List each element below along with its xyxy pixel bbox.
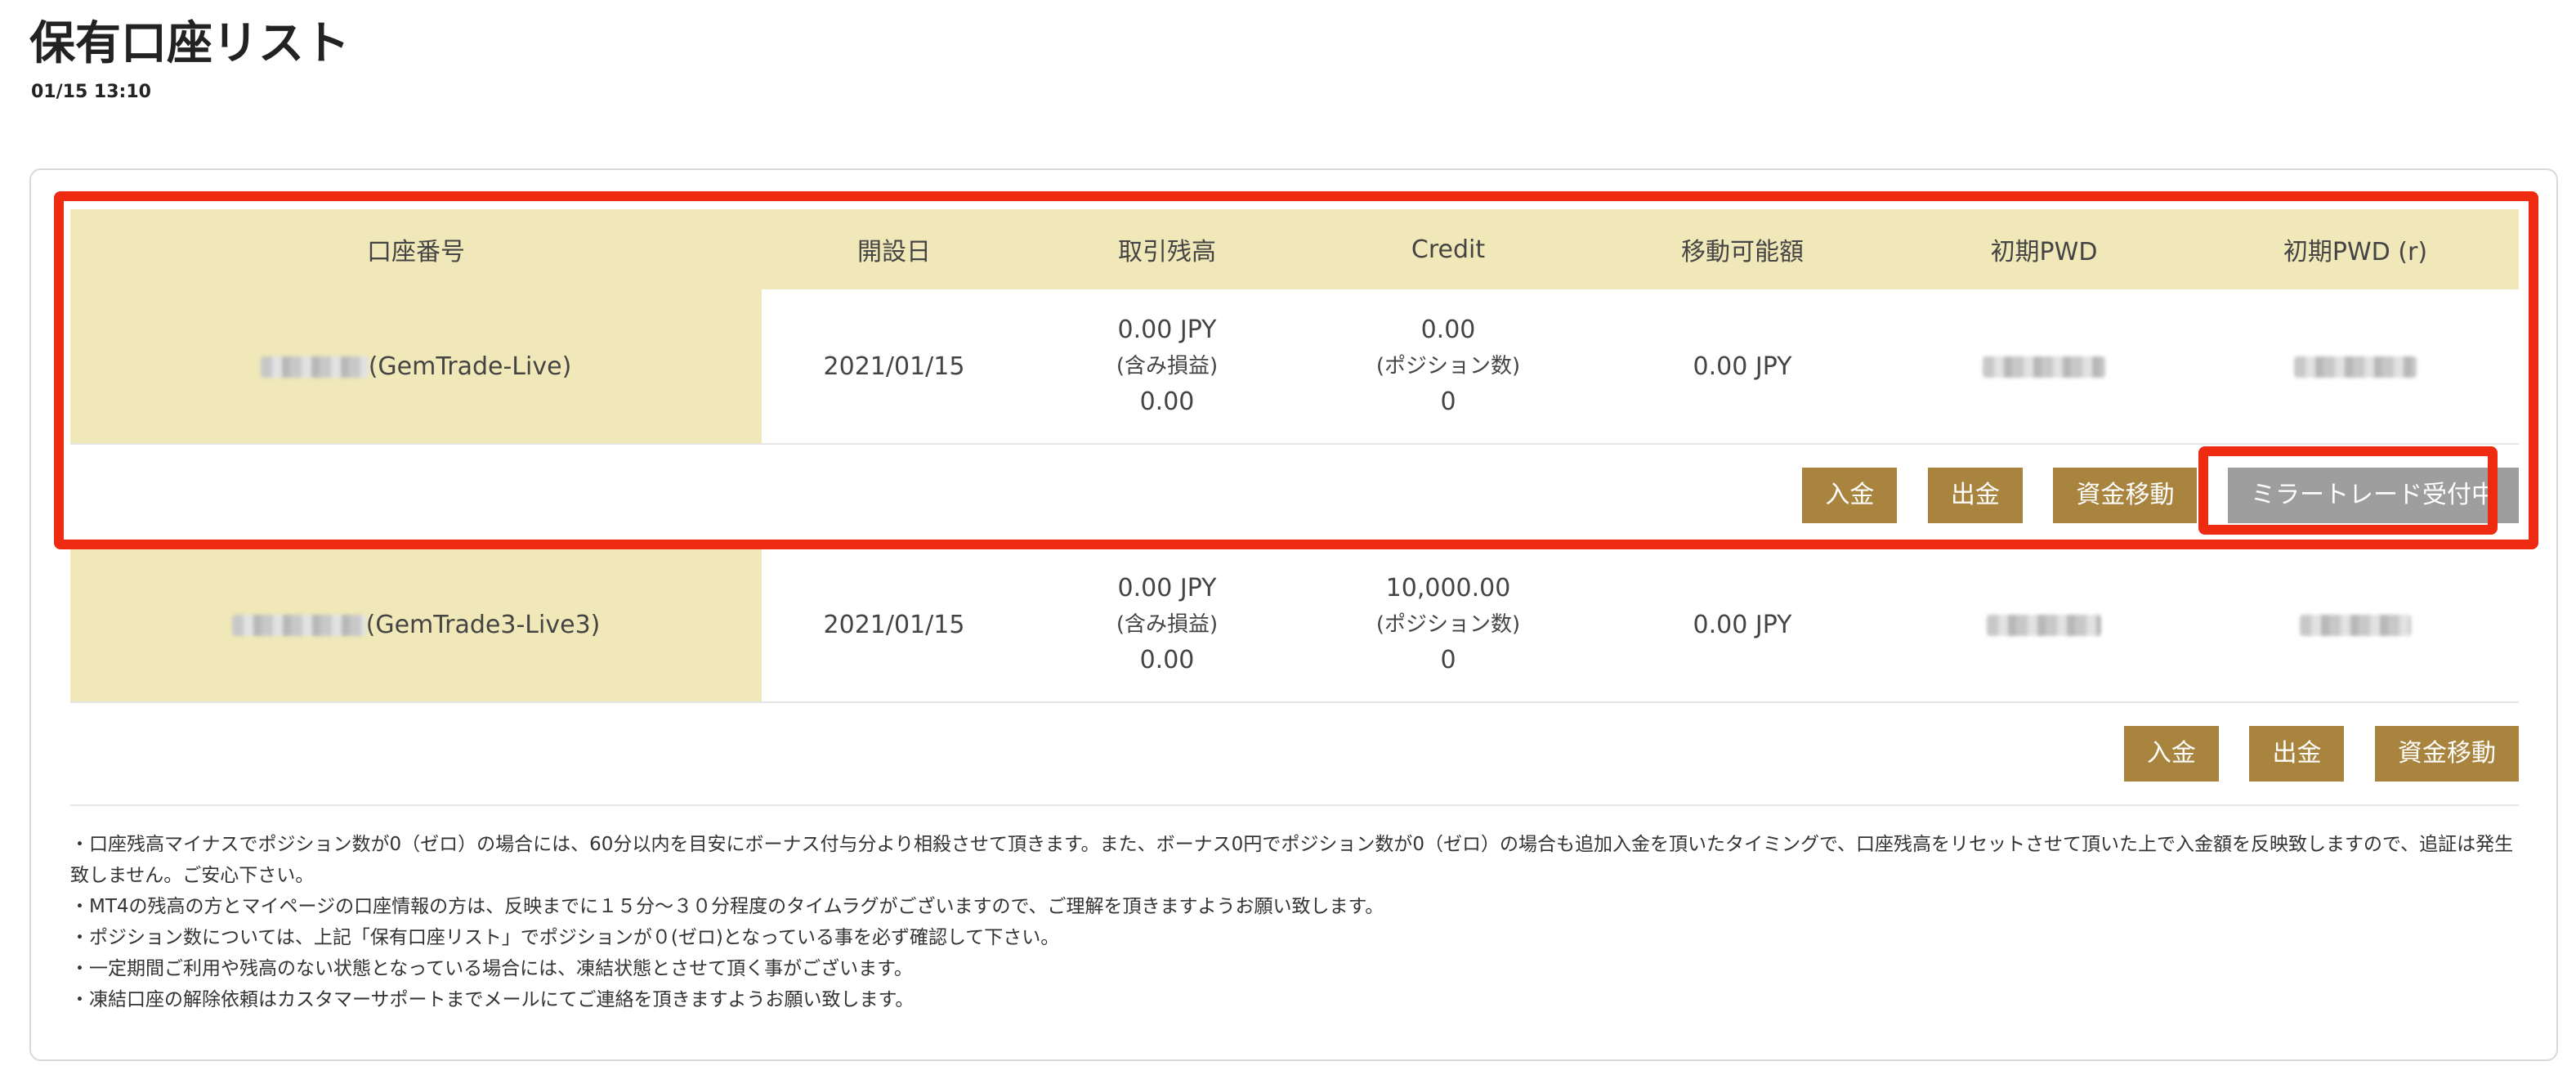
account-server-label: (GemTrade3-Live3): [365, 610, 601, 639]
unrealized-pl-value: 0.00: [1139, 646, 1195, 674]
balance-cell: 0.00 JPY (含み損益) 0.00: [1026, 547, 1308, 703]
table-row: (GemTrade3-Live3) 2021/01/15 0.00 JPY (含…: [70, 547, 2519, 703]
note-item: ・一定期間ご利用や残高のない状態となっている場合には、凍結状態とさせて頂く事がご…: [70, 958, 913, 979]
opened-date-cell: 2021/01/15: [762, 547, 1026, 703]
page-title: 保有口座リスト: [29, 17, 350, 70]
note-item: ・MT4の残高の方とマイページの口座情報の方は、反映までに１５分～３０分程度のタ…: [70, 896, 1384, 917]
transferable-cell: 0.00 JPY: [1589, 547, 1896, 703]
account-number-cell: (GemTrade3-Live3): [70, 547, 762, 703]
initial-pwd-r-cell: [2192, 547, 2519, 703]
notes-section: ・口座残高マイナスでポジション数が0（ゼロ）の場合には、60分以内を目安にボーナ…: [70, 829, 2514, 1015]
credit-cell: 10,000.00 (ポジション数) 0: [1308, 547, 1589, 703]
transfer-funds-button[interactable]: 資金移動: [2375, 726, 2519, 782]
note-item: ・ポジション数については、上記「保有口座リスト」でポジションが０(ゼロ)となって…: [70, 927, 1060, 948]
position-count-label: (ポジション数): [1375, 612, 1521, 637]
highlight-box-mirror-trade: [2198, 446, 2498, 535]
redacted-account-number: [231, 615, 366, 636]
position-count-value: 0: [1440, 646, 1456, 674]
initial-pwd-cell: [1896, 547, 2192, 703]
redacted-password: [2300, 615, 2411, 636]
withdraw-button[interactable]: 出金: [2249, 726, 2345, 782]
credit-value: 10,000.00: [1385, 574, 1511, 602]
note-item: ・凍結口座の解除依頼はカスタマーサポートまでメールにてご連絡を頂きますようお願い…: [70, 989, 915, 1010]
last-updated-timestamp: 01/15 13:10: [31, 82, 151, 102]
highlight-box-account-row: [54, 191, 2538, 549]
unrealized-pl-label: (含み損益): [1116, 612, 1219, 637]
note-item: ・口座残高マイナスでポジション数が0（ゼロ）の場合には、60分以内を目安にボーナ…: [70, 834, 2514, 886]
redacted-password: [1987, 615, 2101, 636]
balance-value: 0.00 JPY: [1117, 574, 1217, 602]
account-actions-row: 入金 出金 資金移動: [70, 702, 2519, 806]
account-actions: 入金 出金 資金移動: [70, 702, 2519, 806]
deposit-button[interactable]: 入金: [2123, 726, 2219, 782]
